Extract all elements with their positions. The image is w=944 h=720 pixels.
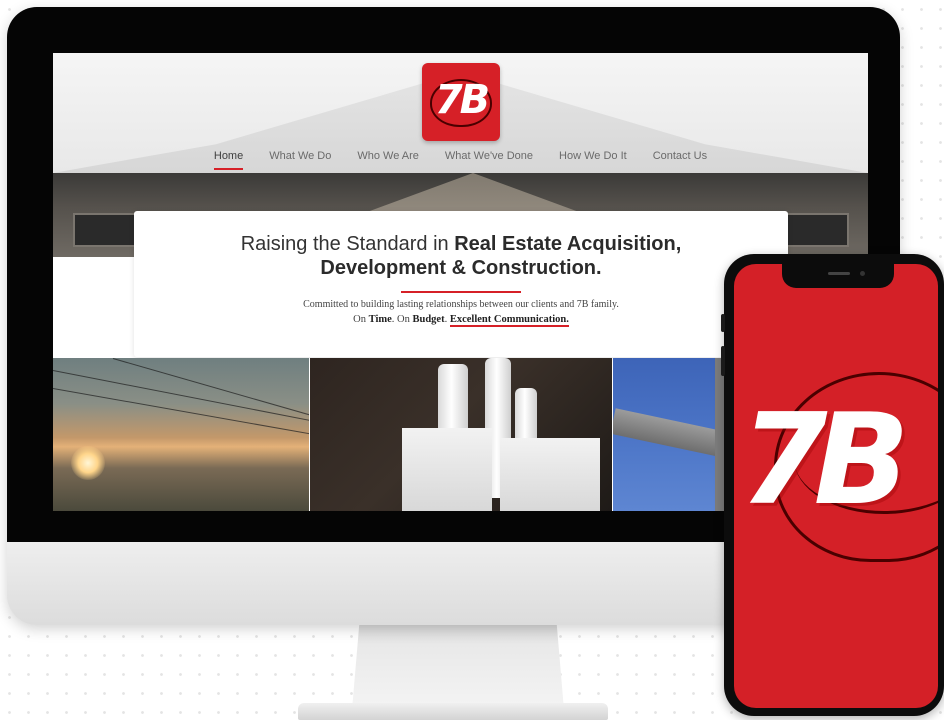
nav-item-contact-us[interactable]: Contact Us [653, 150, 707, 170]
phone-side-button [721, 314, 725, 332]
phone-screen: 7B [734, 264, 938, 708]
hero-headline-line1: Raising the Standard in Real Estate Acqu… [134, 233, 788, 256]
tag-on: On [353, 314, 369, 325]
logo-text: 7B [434, 77, 490, 123]
hero-divider [401, 291, 521, 293]
hero-card: Raising the Standard in Real Estate Acqu… [134, 211, 788, 357]
blueprint-sheet [500, 438, 600, 511]
house-window [779, 213, 849, 247]
nav-item-home[interactable]: Home [213, 150, 244, 170]
nav-item-what-we-do[interactable]: What We Do [269, 150, 331, 170]
monitor-stand [352, 610, 564, 710]
phone-side-button [721, 346, 725, 376]
phone-device: 7B [721, 254, 944, 716]
nav-item-what-weve-done[interactable]: What We've Done [445, 150, 533, 170]
photo-sunset [53, 358, 309, 511]
phone-notch [782, 264, 894, 288]
tag-mid: . On [391, 314, 413, 325]
camera-icon [860, 271, 865, 276]
blueprint-sheet [402, 428, 492, 511]
tag-budget: Budget [412, 314, 445, 325]
main-nav: Home What We Do Who We Are What We've Do… [53, 150, 868, 170]
nav-item-who-we-are[interactable]: Who We Are [357, 150, 419, 170]
monitor-base [298, 703, 608, 720]
house-window [73, 213, 143, 247]
hero-headline-bold: Real Estate Acquisition, [454, 233, 682, 255]
phone-logo: 7B [740, 386, 910, 533]
sun [71, 446, 105, 480]
hero-tagline: On Time. On Budget. Excellent Communicat… [134, 314, 788, 327]
hero-headline-line2: Development & Construction. [320, 257, 602, 279]
tag-communication: Excellent Communication. [449, 314, 569, 327]
site-logo[interactable]: 7B [422, 63, 500, 141]
hero-headline-prefix: Raising the Standard in [240, 233, 455, 255]
photo-blueprints [310, 358, 612, 511]
tag-time: Time [368, 314, 392, 325]
hero-subtext: Committed to building lasting relationsh… [303, 299, 619, 310]
speaker-icon [828, 272, 850, 275]
nav-item-how-we-do-it[interactable]: How We Do It [559, 150, 627, 170]
